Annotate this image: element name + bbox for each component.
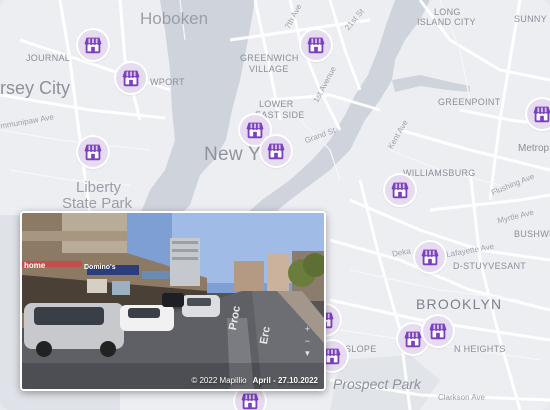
storefront-icon bbox=[533, 106, 550, 123]
map-container[interactable]: Hoboken JOURNAL rsey City WPORT GREENWIC… bbox=[0, 0, 550, 410]
storefront-marker[interactable] bbox=[261, 136, 291, 166]
label-prospect-park: Prospect Park bbox=[333, 376, 421, 392]
photo-date: April - 27.10.2022 bbox=[252, 376, 318, 385]
label-hoboken: Hoboken bbox=[140, 9, 209, 28]
photo-caption: © 2022 Mapillio April - 27.10.2022 bbox=[191, 376, 318, 385]
storefront-marker[interactable] bbox=[78, 137, 108, 167]
label-liberty: Liberty bbox=[76, 179, 122, 196]
storefront-icon bbox=[404, 331, 422, 348]
label-long-island-city: ISLAND CITY bbox=[417, 17, 476, 27]
street-clarkson: Clarkson Ave bbox=[438, 393, 485, 402]
storefront-icon bbox=[421, 249, 439, 266]
storefront-marker[interactable] bbox=[415, 242, 445, 272]
label-long: LONG bbox=[434, 7, 461, 17]
label-metropolitan: Metrop bbox=[518, 143, 550, 154]
label-crown-heights: N HEIGHTS bbox=[454, 344, 506, 354]
storefront-marker[interactable] bbox=[116, 63, 146, 93]
storefront-marker[interactable] bbox=[78, 30, 108, 60]
label-state-park: State Park bbox=[62, 195, 133, 212]
storefront-icon bbox=[84, 144, 102, 161]
label-bushwick: BUSHWI bbox=[514, 229, 550, 239]
storefront-icon bbox=[307, 37, 325, 54]
sign-left: home bbox=[24, 261, 46, 270]
street-view-preview[interactable]: Domino's home Proc Erc + − ▾ © 2022 Mapill… bbox=[20, 211, 326, 391]
label-lower: LOWER bbox=[259, 99, 294, 109]
storefront-icon bbox=[84, 37, 102, 54]
storefront-marker[interactable] bbox=[527, 99, 550, 129]
label-journal-square: JOURNAL bbox=[26, 53, 71, 63]
shop-sign: Domino's bbox=[84, 264, 116, 271]
photo-zoom-controls[interactable]: + − ▾ bbox=[305, 323, 310, 359]
storefront-icon bbox=[429, 323, 447, 340]
label-greenwich: GREENWICH bbox=[240, 53, 299, 63]
storefront-icon bbox=[241, 393, 259, 410]
street-photo bbox=[22, 213, 324, 389]
storefront-marker[interactable] bbox=[385, 175, 415, 205]
storefront-marker[interactable] bbox=[301, 30, 331, 60]
storefront-icon bbox=[267, 143, 285, 160]
label-greenpoint: GREENPOINT bbox=[438, 97, 501, 107]
label-brooklyn: BROOKLYN bbox=[416, 296, 503, 312]
chevron-down-icon[interactable]: ▾ bbox=[305, 348, 310, 358]
label-newport: WPORT bbox=[150, 77, 185, 87]
label-greenwich-village: VILLAGE bbox=[249, 64, 289, 74]
storefront-icon bbox=[391, 182, 409, 199]
storefront-icon bbox=[122, 70, 140, 87]
zoom-in-icon[interactable]: + bbox=[305, 324, 310, 334]
photo-copyright: © 2022 Mapillio bbox=[191, 376, 247, 385]
label-sunnyside: SUNNY bbox=[514, 14, 548, 24]
label-bed-stuy: D-STUYVESANT bbox=[453, 261, 527, 271]
label-williamsburg: WILLIAMSBURG bbox=[403, 168, 476, 178]
label-park-slope: SLOPE bbox=[345, 344, 377, 354]
label-jersey-city: rsey City bbox=[0, 78, 71, 98]
storefront-icon bbox=[246, 122, 264, 139]
zoom-out-icon[interactable]: − bbox=[305, 336, 310, 346]
storefront-marker[interactable] bbox=[423, 316, 453, 346]
